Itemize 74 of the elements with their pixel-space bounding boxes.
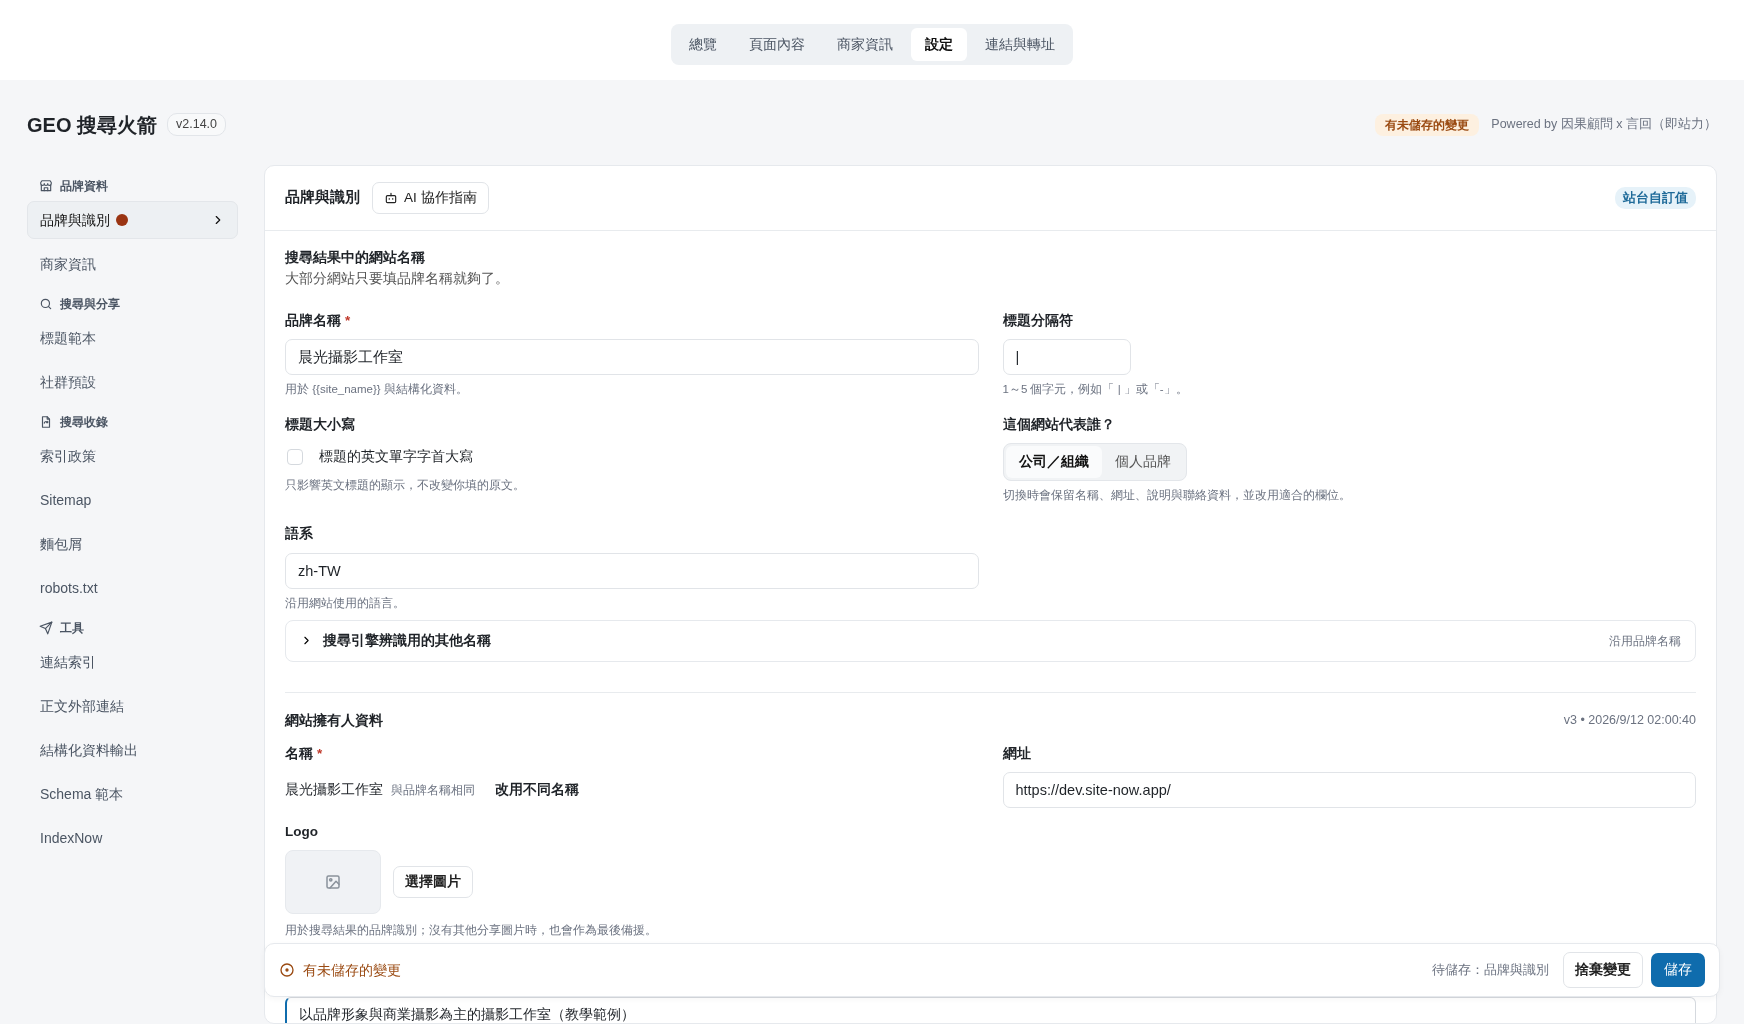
language-field[interactable]: zh-TW: [285, 552, 979, 589]
section-title: 搜尋結果中的網站名稱: [285, 249, 426, 266]
nav-tab[interactable]: 總覽: [675, 28, 731, 61]
nav-tab[interactable]: 設定: [911, 28, 967, 61]
required-asterisk: *: [317, 745, 323, 761]
nav-tab[interactable]: 連結與轉址: [971, 28, 1069, 61]
help-text: 只影響英文標題的顯示，不改變你填的原文。: [285, 478, 526, 494]
send-icon: [39, 621, 53, 635]
field-label: 這個網站代表誰？: [1002, 416, 1115, 432]
expander-row[interactable]: 搜尋引擎辨識用的其他名稱 沿用品牌名稱: [285, 619, 1696, 662]
field-label: 品牌名稱: [285, 313, 341, 329]
change-name-link[interactable]: 改用不同名稱: [495, 779, 579, 800]
help-text: 1～5 個字元，例如「 | 」或「-」。: [1002, 382, 1189, 398]
section-title: 網站擁有人資料: [285, 711, 383, 729]
brand-name-field[interactable]: 晨光攝影工作室: [285, 339, 979, 376]
segment-option[interactable]: 個人品牌: [1101, 445, 1184, 479]
unsaved-message: 有未儲存的變更: [303, 960, 401, 980]
logo-placeholder[interactable]: [285, 850, 381, 915]
required-asterisk: *: [345, 313, 351, 329]
field-label: 語系: [285, 526, 313, 542]
alert-circle-icon: [279, 962, 295, 978]
owner-name-value: 晨光攝影工作室: [285, 780, 383, 800]
nav-tab[interactable]: 頁面內容: [735, 28, 819, 61]
sidebar-item[interactable]: 連結索引: [27, 643, 238, 681]
sidebar-item[interactable]: Schema 範本: [27, 775, 238, 813]
segment-option[interactable]: 公司／組織: [1005, 445, 1102, 479]
sidebar-group-label: 搜尋收錄: [60, 414, 108, 431]
sidebar-group-label: 品牌資料: [60, 178, 108, 195]
sidebar-item[interactable]: 商家資訊: [27, 245, 238, 283]
sidebar-item[interactable]: 索引政策: [27, 437, 238, 475]
unsaved-badge: 有未儲存的變更: [1375, 113, 1480, 136]
section-description: 大部分網站只要填品牌名稱就夠了。: [285, 269, 510, 288]
help-text: 用於 {{site_name}} 與結構化資料。: [285, 382, 469, 398]
checkbox-label: 標題的英文單字字首大寫: [319, 447, 473, 466]
sidebar-group-label: 工具: [60, 620, 84, 637]
help-text: 用於搜尋結果的品牌識別；沒有其他分享圖片時，也會作為最後備援。: [285, 923, 658, 939]
choose-image-button[interactable]: 選擇圖片: [393, 865, 473, 899]
help-text: 切換時會保留名稱、網址、說明與聯絡資料，並改用適合的欄位。: [1002, 488, 1352, 504]
field-label: 標題分隔符: [1002, 313, 1073, 329]
separator-field[interactable]: |: [1002, 339, 1131, 376]
save-button[interactable]: 儲存: [1651, 952, 1705, 988]
field-label: 網址: [1002, 745, 1031, 761]
sidebar-item[interactable]: Sitemap: [27, 481, 238, 519]
sidebar-item[interactable]: 正文外部連結: [27, 687, 238, 725]
nav-tab[interactable]: 商家資訊: [823, 28, 907, 61]
sidebar-item[interactable]: 社群預設: [27, 363, 238, 401]
sidebar-item[interactable]: 標題範本: [27, 319, 238, 357]
version-timestamp: v3 • 2026/9/12 02:00:40: [1563, 711, 1696, 729]
url-field[interactable]: https://dev.site-now.app/: [1002, 771, 1696, 808]
powered-by-text: Powered by 因果顧問 x 言回（即站力）: [1491, 116, 1717, 134]
field-label: 名稱: [285, 745, 313, 761]
file-refresh-icon: [39, 415, 53, 429]
search-icon: [39, 297, 53, 311]
sidebar-item[interactable]: 品牌與識別: [27, 201, 238, 239]
same-name-note: 與品牌名稱相同: [391, 781, 475, 799]
sidebar-item[interactable]: 結構化資料輸出: [27, 731, 238, 769]
field-label: 標題大小寫: [285, 416, 355, 432]
version-label: v2.14.0: [167, 113, 227, 136]
robot-icon: [384, 191, 398, 205]
sidebar-item[interactable]: robots.txt: [27, 569, 238, 607]
checkbox[interactable]: [287, 448, 303, 465]
site-custom-badge: 站台自訂值: [1615, 186, 1696, 210]
field-label: Logo: [285, 823, 318, 839]
image-icon: [324, 873, 342, 892]
ai-guide-button[interactable]: AI 協作指南: [372, 181, 489, 215]
sidebar-item[interactable]: 麵包屑: [27, 525, 238, 563]
app-title: GEO 搜尋火箭: [27, 112, 157, 137]
help-text: 沿用網站使用的語言。: [285, 595, 406, 611]
sidebar-item[interactable]: IndexNow: [27, 819, 238, 857]
pending-save-text: 待儲存：品牌與識別: [1432, 961, 1549, 979]
sidebar-group-label: 搜尋與分享: [60, 296, 120, 313]
panel-title: 品牌與識別: [285, 188, 360, 208]
discard-button[interactable]: 捨棄變更: [1563, 951, 1643, 989]
store-icon: [39, 179, 53, 193]
